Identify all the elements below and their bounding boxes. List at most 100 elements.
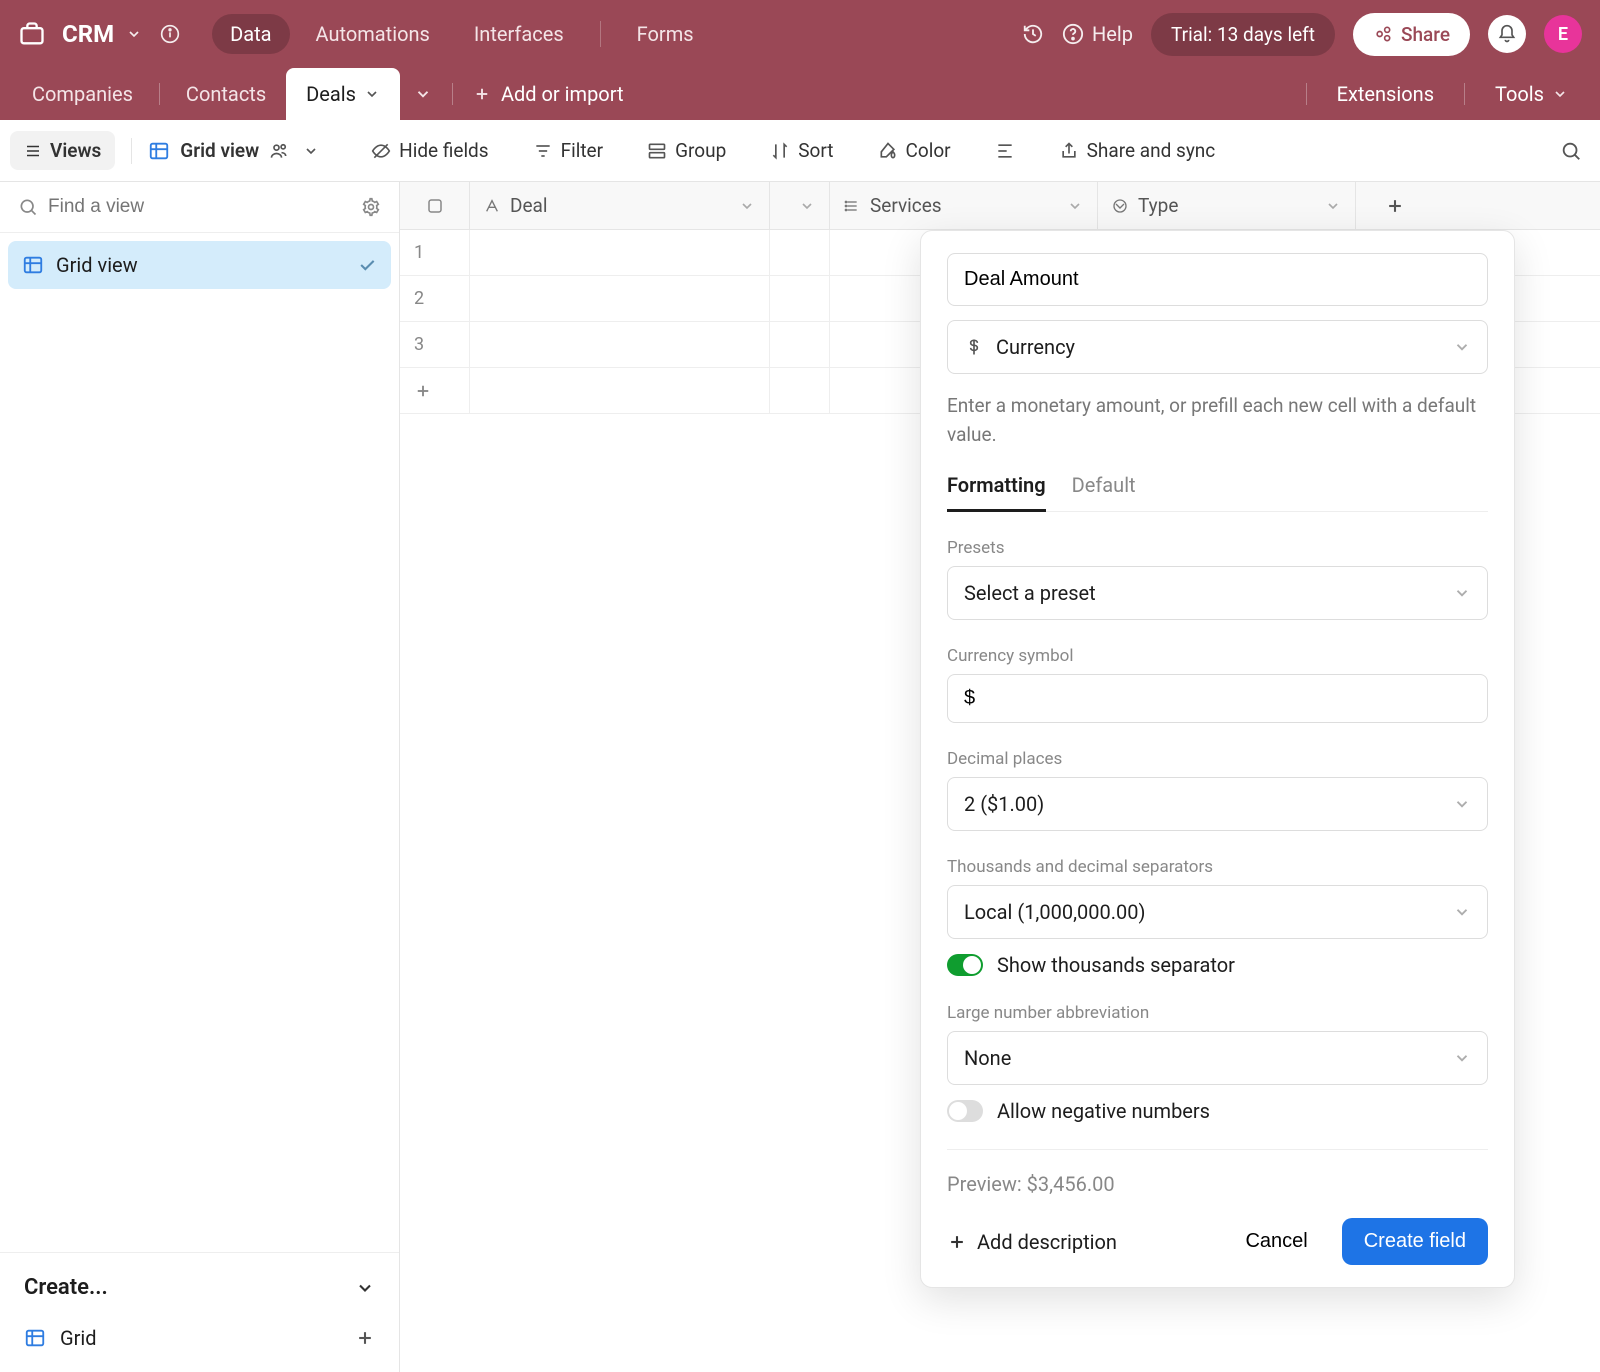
create-grid-label: Grid <box>60 1326 97 1350</box>
app-topbar: CRM Data Automations Interfaces Forms He… <box>0 0 1600 68</box>
tab-formatting[interactable]: Formatting <box>947 473 1046 512</box>
add-description-button[interactable]: Add description <box>947 1230 1117 1254</box>
gear-icon[interactable] <box>361 197 381 217</box>
abbreviation-select[interactable]: None <box>947 1031 1488 1085</box>
cancel-button[interactable]: Cancel <box>1227 1218 1325 1265</box>
create-field-button[interactable]: Create field <box>1342 1218 1488 1265</box>
history-icon[interactable] <box>1022 23 1044 45</box>
cell[interactable] <box>470 322 770 367</box>
chevron-down-icon <box>1453 1049 1471 1067</box>
color-button[interactable]: Color <box>868 133 961 168</box>
share-button[interactable]: Share <box>1353 13 1470 56</box>
create-view-toggle[interactable]: Create... <box>0 1253 399 1310</box>
filter-label: Filter <box>561 139 603 162</box>
tab-contacts[interactable]: Contacts <box>166 68 286 120</box>
currency-icon <box>964 337 984 357</box>
add-or-import-label: Add or import <box>501 82 624 106</box>
abbreviation-value: None <box>964 1046 1011 1070</box>
presets-select[interactable]: Select a preset <box>947 566 1488 620</box>
views-toggle[interactable]: Views <box>10 131 115 170</box>
extensions-button[interactable]: Extensions <box>1323 74 1448 114</box>
allow-negative-toggle[interactable] <box>947 1100 983 1122</box>
add-column-button[interactable] <box>1356 182 1434 229</box>
field-type-select[interactable]: Currency <box>947 320 1488 374</box>
tab-companies[interactable]: Companies <box>12 68 153 120</box>
decimal-places-select[interactable]: 2 ($1.00) <box>947 777 1488 831</box>
add-or-import-button[interactable]: Add or import <box>459 72 638 116</box>
create-grid-view[interactable]: Grid <box>0 1310 399 1372</box>
nav-automations[interactable]: Automations <box>298 14 448 54</box>
divider <box>1306 83 1307 105</box>
tools-button[interactable]: Tools <box>1481 74 1582 114</box>
row-height-button[interactable] <box>985 135 1025 167</box>
cell[interactable] <box>770 322 830 367</box>
field-type-description: Enter a monetary amount, or prefill each… <box>947 392 1488 449</box>
tab-deals[interactable]: Deals <box>286 68 400 120</box>
nav-data[interactable]: Data <box>212 14 289 54</box>
trial-badge[interactable]: Trial: 13 days left <box>1151 13 1335 56</box>
currency-symbol-label: Currency symbol <box>947 646 1488 666</box>
separators-label: Thousands and decimal separators <box>947 857 1488 877</box>
cell[interactable] <box>470 276 770 321</box>
info-icon[interactable] <box>160 24 180 44</box>
find-view-input[interactable] <box>48 196 351 218</box>
people-icon <box>269 141 289 161</box>
group-button[interactable]: Group <box>637 133 736 168</box>
tab-overflow-button[interactable] <box>400 75 446 113</box>
app-name[interactable]: CRM <box>62 20 114 48</box>
share-sync-label: Share and sync <box>1087 139 1216 162</box>
field-type-label: Currency <box>996 335 1075 359</box>
chevron-down-icon <box>1453 338 1471 356</box>
grid-icon <box>24 1327 46 1349</box>
cell[interactable] <box>770 230 830 275</box>
show-thousands-toggle[interactable] <box>947 954 983 976</box>
chevron-down-icon <box>1453 795 1471 813</box>
currency-symbol-input[interactable] <box>947 674 1488 723</box>
sidebar-view-item[interactable]: Grid view <box>8 241 391 289</box>
current-view-button[interactable]: Grid view <box>148 139 319 162</box>
create-label: Create... <box>24 1275 108 1300</box>
share-label: Share <box>1401 23 1450 46</box>
notifications-button[interactable] <box>1488 15 1526 53</box>
chevron-down-icon[interactable] <box>1325 198 1341 214</box>
search-button[interactable] <box>1552 132 1590 170</box>
column-header-services[interactable]: Services <box>830 182 1098 229</box>
column-header-blank[interactable] <box>770 182 830 229</box>
divider <box>600 21 601 47</box>
grid-icon <box>22 254 44 276</box>
chevron-down-icon[interactable] <box>126 26 142 42</box>
presets-label: Presets <box>947 538 1488 558</box>
tab-default[interactable]: Default <box>1072 473 1136 511</box>
show-thousands-label: Show thousands separator <box>997 953 1235 977</box>
sort-button[interactable]: Sort <box>760 133 843 168</box>
column-header-services-label: Services <box>870 194 942 217</box>
user-avatar[interactable]: E <box>1544 15 1582 53</box>
help-button[interactable]: Help <box>1062 22 1133 46</box>
decimal-places-value: 2 ($1.00) <box>964 792 1044 816</box>
divider <box>159 83 160 105</box>
select-all-checkbox[interactable] <box>400 182 470 229</box>
chevron-down-icon[interactable] <box>739 198 755 214</box>
column-header-deal[interactable]: Deal <box>470 182 770 229</box>
tools-label: Tools <box>1495 82 1544 106</box>
plus-icon[interactable] <box>355 1328 375 1348</box>
hide-fields-button[interactable]: Hide fields <box>361 133 498 168</box>
chevron-down-icon <box>1453 584 1471 602</box>
cell[interactable] <box>770 276 830 321</box>
separators-select[interactable]: Local (1,000,000.00) <box>947 885 1488 939</box>
chevron-down-icon <box>1453 903 1471 921</box>
nav-interfaces[interactable]: Interfaces <box>456 14 582 54</box>
chevron-down-icon[interactable] <box>1067 198 1083 214</box>
create-field-popover: Currency Enter a monetary amount, or pre… <box>920 230 1515 1288</box>
share-sync-button[interactable]: Share and sync <box>1049 133 1226 168</box>
nav-forms[interactable]: Forms <box>619 14 712 54</box>
column-header-type[interactable]: Type <box>1098 182 1356 229</box>
presets-value: Select a preset <box>964 581 1096 605</box>
color-label: Color <box>906 139 951 162</box>
add-description-label: Add description <box>977 1230 1117 1254</box>
field-name-input[interactable] <box>947 253 1488 306</box>
chevron-down-icon[interactable] <box>799 198 815 214</box>
cell[interactable] <box>470 230 770 275</box>
divider <box>947 1149 1488 1150</box>
filter-button[interactable]: Filter <box>523 133 613 168</box>
